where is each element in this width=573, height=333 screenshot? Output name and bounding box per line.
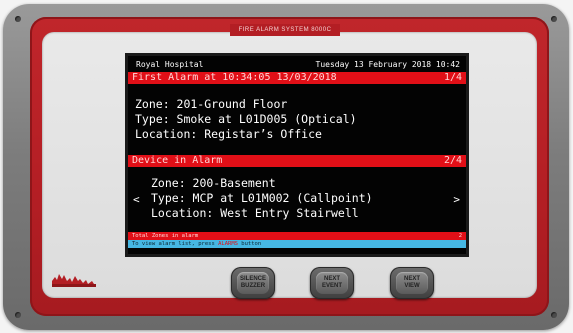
site-name: Royal Hospital xyxy=(136,60,204,69)
next-view-label: NEXT VIEW xyxy=(396,272,428,294)
screw xyxy=(15,312,21,318)
lcd-display: Royal Hospital Tuesday 13 February 2018 … xyxy=(125,53,469,257)
next-view-button[interactable]: NEXT VIEW xyxy=(390,267,434,299)
device-alarm-counter: 2/4 xyxy=(443,155,462,166)
next-device-arrow-icon[interactable]: > xyxy=(453,193,460,206)
panel-title: FIRE ALARM SYSTEM 8000C xyxy=(230,24,340,36)
total-zones-label: Total Zones in alarm xyxy=(132,233,199,239)
device-alarm-heading: Device in Alarm xyxy=(132,155,223,166)
manufacturer-logo xyxy=(52,274,96,287)
device-alarm-location: Location: West Entry Stairwell xyxy=(151,206,359,220)
screw xyxy=(551,16,557,22)
alarms-keyword: ALARMS xyxy=(218,241,238,247)
alarm-list-hint-bar: To view alarm list, press ALARMS button xyxy=(128,240,466,248)
device-alarm-zone: Zone: 200-Basement xyxy=(151,176,276,190)
total-zones-count: 2 xyxy=(458,233,462,239)
next-event-button[interactable]: NEXT EVENT xyxy=(310,267,354,299)
first-alarm-type: Type: Smoke at L01D005 (Optical) xyxy=(135,112,357,126)
alarm-list-hint: To view alarm list, press ALARMS button xyxy=(132,241,262,247)
device-alarm-bar: Device in Alarm 2/4 xyxy=(128,155,466,167)
first-alarm-zone: Zone: 201-Ground Floor xyxy=(135,97,288,111)
date-time: Tuesday 13 February 2018 10:42 xyxy=(315,60,461,69)
first-alarm-location: Location: Registar’s Office xyxy=(135,127,322,141)
first-alarm-heading: First Alarm at 10:34:05 13/03/2018 xyxy=(132,72,337,83)
first-alarm-bar: First Alarm at 10:34:05 13/03/2018 1/4 xyxy=(128,72,466,84)
silence-buzzer-button[interactable]: SILENCE BUZZER xyxy=(231,267,275,299)
screw xyxy=(551,312,557,318)
total-zones-bar: Total Zones in alarm 2 xyxy=(128,232,466,240)
device-alarm-type: Type: MCP at L01M002 (Callpoint) xyxy=(151,191,373,205)
lcd-header: Royal Hospital Tuesday 13 February 2018 … xyxy=(128,59,466,70)
first-alarm-counter: 1/4 xyxy=(443,72,462,83)
screw xyxy=(15,16,21,22)
next-event-label: NEXT EVENT xyxy=(316,272,348,294)
previous-device-arrow-icon[interactable]: < xyxy=(133,193,140,206)
silence-buzzer-label: SILENCE BUZZER xyxy=(237,272,269,294)
